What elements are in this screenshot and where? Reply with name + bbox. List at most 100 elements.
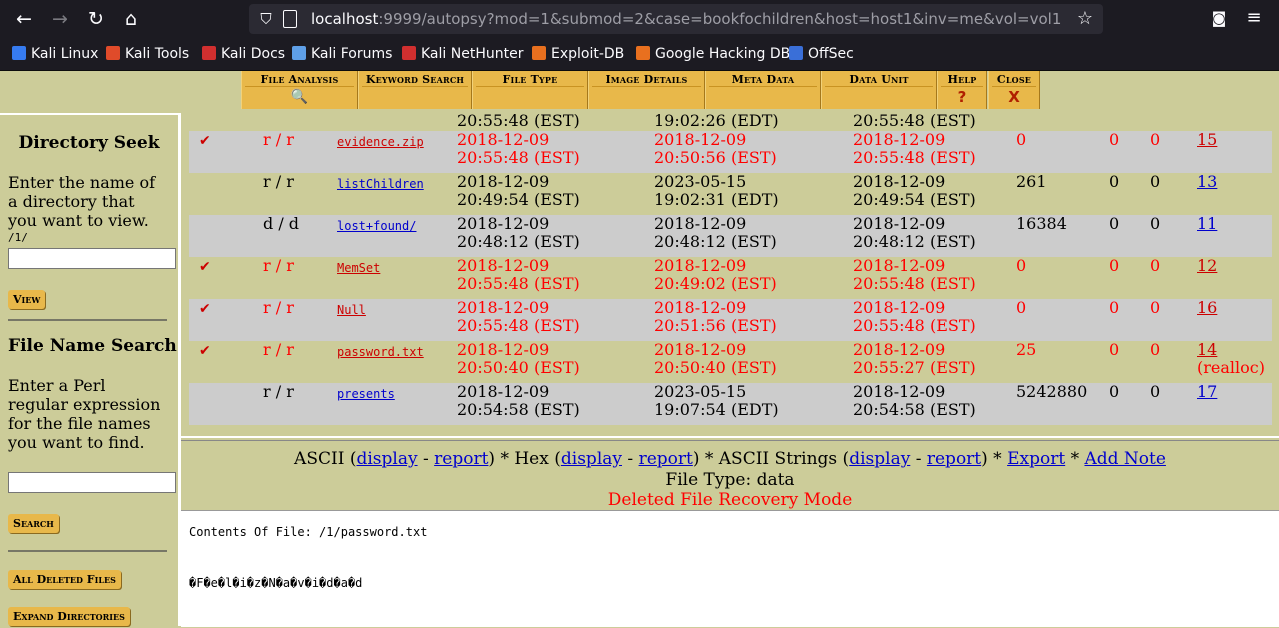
bookmark-item[interactable]: Kali Forums [292, 44, 392, 64]
bookmark-item[interactable]: Kali NetHunter [402, 44, 523, 64]
size-cell: 16384 [1016, 214, 1067, 233]
file-list: 20:55:48 (EST) 19:02:26 (EDT) 20:55:48 (… [181, 113, 1279, 436]
ascii-report-link[interactable]: report [434, 449, 488, 469]
search-button[interactable]: Search [8, 514, 59, 533]
size-cell: 0 [1016, 256, 1027, 275]
file-name-link[interactable]: lost+found/ [337, 219, 416, 233]
view-button[interactable]: View [8, 290, 46, 309]
add-note-link[interactable]: Add Note [1084, 449, 1165, 469]
shield-icon[interactable]: ⛉ [257, 9, 275, 29]
accessed-cell: 2018-12-09 20:50:40 (EST) [654, 340, 777, 377]
file-name-cell[interactable]: lost+found/ [337, 217, 416, 235]
hex-report-link[interactable]: report [639, 449, 693, 469]
meta-link[interactable]: 13 [1197, 172, 1217, 191]
file-name-cell[interactable]: listChildren [337, 175, 424, 193]
meta-cell[interactable]: 15 [1197, 131, 1217, 149]
tab-file-type[interactable]: File Type [472, 71, 588, 109]
file-name-link[interactable]: presents [337, 387, 395, 401]
file-name-cell[interactable]: evidence.zip [337, 133, 424, 151]
expand-directories-button[interactable]: Expand Directories [8, 607, 130, 626]
deleted-check-icon: ✔ [199, 301, 211, 317]
file-name-cell[interactable]: password.txt [337, 343, 424, 361]
deleted-check-icon: ✔ [199, 133, 211, 149]
table-row[interactable]: ✔ r / r MemSet 2018-12-09 20:55:48 (EST) 2018… [189, 257, 1272, 299]
meta-cell[interactable]: 16 [1197, 299, 1217, 317]
bookmark-item[interactable]: OffSec [789, 44, 854, 64]
table-row[interactable]: ✔ r / r Null 2018-12-09 20:55:48 (EST) 2018-1… [189, 299, 1272, 341]
home-icon[interactable]: ⌂ [118, 6, 144, 32]
tab-data-unit[interactable]: Data Unit [821, 71, 937, 109]
meta-link[interactable]: 14 [1197, 340, 1217, 359]
file-type-cell: r / r [263, 340, 294, 359]
strings-display-link[interactable]: display [849, 449, 910, 469]
menu-icon[interactable]: ≡ [1243, 8, 1265, 28]
tab-underline [362, 86, 468, 87]
hex-display-link[interactable]: display [561, 449, 622, 469]
url-text[interactable]: localhost:9999/autopsy?mod=1&submod=2&ca… [311, 10, 1061, 28]
size-cell: 25 [1016, 340, 1037, 359]
file-name-link[interactable]: Null [337, 303, 366, 317]
meta-cell[interactable]: 12 [1197, 257, 1217, 275]
strings-report-link[interactable]: report [927, 449, 981, 469]
directory-input[interactable] [8, 248, 176, 269]
gid-cell: 0 [1150, 298, 1161, 317]
meta-link[interactable]: 16 [1197, 298, 1217, 317]
bookmark-item[interactable]: Kali Tools [106, 44, 189, 64]
table-row[interactable]: r / r listChildren 2018-12-09 20:49:54 (EST… [189, 173, 1272, 215]
file-name-link[interactable]: password.txt [337, 345, 424, 359]
bookmark-favicon-icon [292, 46, 306, 60]
table-row[interactable]: ✔ r / r password.txt 2018-12-09 20:50:40 (ES… [189, 341, 1272, 383]
meta-link[interactable]: 15 [1197, 130, 1217, 149]
file-name-link[interactable]: MemSet [337, 261, 380, 275]
meta-cell[interactable]: 17 [1197, 383, 1217, 401]
file-name-cell[interactable]: Null [337, 301, 366, 319]
file-name-link[interactable]: listChildren [337, 177, 424, 191]
written-cell: 2018-12-09 20:50:40 (EST) [457, 340, 580, 377]
bookmark-item[interactable]: Kali Linux [12, 44, 98, 64]
tab-help[interactable]: Help? [937, 71, 987, 109]
file-name-link[interactable]: evidence.zip [337, 135, 424, 149]
tab-close[interactable]: Close X [988, 71, 1040, 109]
file-name-cell[interactable]: presents [337, 385, 395, 403]
pocket-icon[interactable]: ◙ [1209, 8, 1229, 28]
magnifier-icon: 🔍 [290, 89, 309, 105]
table-row[interactable]: r / r presents 2018-12-09 20:54:58 (EST) 202… [189, 383, 1272, 425]
meta-link[interactable]: 11 [1197, 214, 1217, 233]
meta-cell[interactable]: 14 (realloc) [1197, 341, 1265, 377]
export-link[interactable]: Export [1007, 449, 1065, 469]
gid-cell: 0 [1150, 256, 1161, 275]
bookmark-item[interactable]: Exploit-DB [532, 44, 624, 64]
bookmark-favicon-icon [789, 46, 803, 60]
file-name-search-input[interactable] [8, 472, 176, 493]
uid-cell: 0 [1109, 340, 1120, 359]
ascii-display-link[interactable]: display [356, 449, 417, 469]
tab-underline [592, 86, 701, 87]
reload-icon[interactable]: ↻ [83, 6, 109, 32]
url-bar[interactable]: ⛉ localhost:9999/autopsy?mod=1&submod=2&… [249, 4, 1103, 34]
table-row[interactable]: ✔ r / r evidence.zip 2018-12-09 20:55:48 (ES… [189, 131, 1272, 173]
back-icon[interactable]: ← [11, 6, 37, 32]
written-cell: 2018-12-09 20:55:48 (EST) [457, 130, 580, 167]
table-row[interactable]: 20:55:48 (EST) 19:02:26 (EDT) 20:55:48 (… [189, 113, 1272, 131]
tab-keyword-search[interactable]: Keyword Search [358, 71, 472, 109]
deleted-check-icon: ✔ [199, 259, 211, 275]
tab-file-analysis[interactable]: File Analysis 🔍 [241, 71, 358, 109]
all-deleted-files-button[interactable]: All Deleted Files [8, 570, 121, 589]
page-icon[interactable] [283, 10, 297, 28]
meta-cell[interactable]: 13 [1197, 173, 1217, 191]
meta-link[interactable]: 12 [1197, 256, 1217, 275]
accessed-cell: 2018-12-09 20:50:56 (EST) [654, 130, 777, 167]
file-type-cell: r / r [263, 172, 294, 191]
tab-meta-data[interactable]: Meta Data [705, 71, 821, 109]
gid-cell: 0 [1150, 214, 1161, 233]
uid-cell: 0 [1109, 172, 1120, 191]
tab-image-details[interactable]: Image Details [588, 71, 705, 109]
meta-cell[interactable]: 11 [1197, 215, 1217, 233]
meta-link[interactable]: 17 [1197, 382, 1217, 401]
table-row[interactable]: d / d lost+found/2018-12-09 20:48:12 (EST)… [189, 215, 1272, 257]
bookmark-item[interactable]: Google Hacking DB [636, 44, 790, 64]
bookmark-item[interactable]: Kali Docs [202, 44, 285, 64]
bookmark-star-icon[interactable]: ☆ [1077, 8, 1093, 30]
file-name-cell[interactable]: MemSet [337, 259, 380, 277]
forward-icon[interactable]: → [47, 6, 73, 32]
